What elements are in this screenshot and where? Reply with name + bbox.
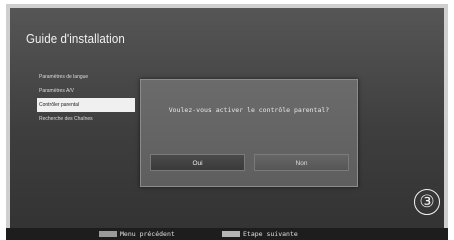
menu-item-parental-control[interactable]: Contrôler parental xyxy=(37,98,135,112)
prev-key-icon xyxy=(99,231,117,237)
prev-menu-label: Menu précédent xyxy=(120,230,175,238)
menu-item-channel-search[interactable]: Recherche des Chaînes xyxy=(38,112,148,126)
next-step-hint[interactable]: Etape suivante xyxy=(222,230,298,238)
footer-bar: Menu précédent Etape suivante xyxy=(6,228,448,240)
prev-menu-hint[interactable]: Menu précédent xyxy=(99,230,175,238)
next-step-label: Etape suivante xyxy=(243,230,298,238)
installation-screen: Guide d'installation Paramètres de langu… xyxy=(10,8,444,230)
page-title: Guide d'installation xyxy=(26,33,125,47)
yes-button[interactable]: Oui xyxy=(150,154,245,171)
no-button[interactable]: Non xyxy=(254,154,349,171)
menu-item-language[interactable]: Paramètres de langue xyxy=(38,70,148,84)
step-number-badge: ③ xyxy=(414,189,440,215)
installation-menu: Paramètres de langue Paramètres A/V Cont… xyxy=(37,70,148,126)
dialog-message: Voulez-vous activer le contrôle parental… xyxy=(168,106,330,114)
tv-frame: Guide d'installation Paramètres de langu… xyxy=(6,4,448,240)
parental-control-dialog: Voulez-vous activer le contrôle parental… xyxy=(140,79,358,187)
next-key-icon xyxy=(222,231,240,237)
menu-item-av[interactable]: Paramètres A/V xyxy=(38,84,148,98)
